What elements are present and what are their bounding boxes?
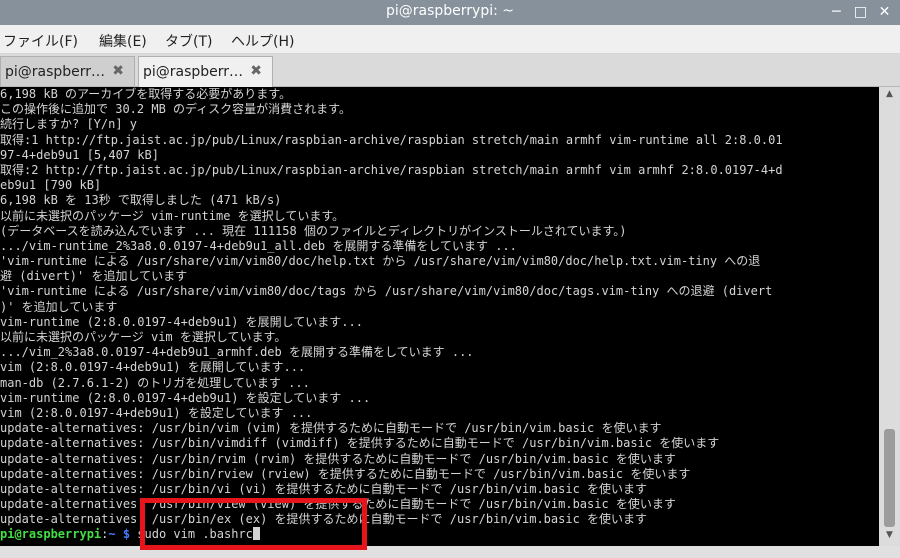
- window-bottom-frame: [0, 546, 900, 558]
- tab-terminal-2[interactable]: pi@raspberr… ✖: [138, 56, 273, 87]
- terminal-line: 97-4+deb9u1 [5,407 kB]: [0, 147, 159, 162]
- terminal-line: .../vim-runtime_2%3a8.0.0197-4+deb9u1_al…: [0, 238, 517, 253]
- tab-label: pi@raspberr…: [143, 64, 244, 80]
- scroll-down-icon[interactable]: ▼: [879, 530, 900, 544]
- terminal-line: 6,198 kB を 13秒 で取得しました (471 kB/s): [0, 193, 282, 208]
- shell-prompt-line[interactable]: pi@raspberrypi:~ $ sudo vim .bashrc: [0, 527, 879, 542]
- terminal-output[interactable]: 6,198 kB のアーカイブを取得する必要があります。 この操作後に追加で 30…: [0, 87, 879, 546]
- terminal-line: update-alternatives: /usr/bin/vimdiff (v…: [0, 436, 720, 451]
- tab-close-icon[interactable]: ✖: [250, 63, 262, 79]
- terminal-line: update-alternatives: /usr/bin/vim (vim) …: [0, 421, 662, 436]
- terminal-line: )' を追加しています: [0, 299, 118, 314]
- menu-file[interactable]: ファイル(F): [3, 31, 78, 51]
- terminal-line: vim-runtime (2:8.0.0197-4+deb9u1) を展開してい…: [0, 314, 363, 329]
- tab-bar: pi@raspberr… ✖ pi@raspberr… ✖: [0, 54, 900, 87]
- window-titlebar: pi@raspberrypi: ~ ─ □ ✕: [0, 0, 900, 25]
- vertical-scrollbar[interactable]: ▲ ▼: [879, 87, 900, 546]
- menu-bar: ファイル(F) 編集(E) タブ(T) ヘルプ(H): [0, 25, 900, 54]
- terminal-line: .../vim_2%3a8.0.0197-4+deb9u1_armhf.deb …: [0, 345, 474, 360]
- close-icon[interactable]: ✕: [874, 2, 895, 22]
- terminal-line: 以前に未選択のパッケージ vim を選択しています。: [0, 330, 287, 344]
- terminal-line: (データベースを読み込んでいます ... 現在 111158 個のファイルとディ…: [0, 223, 627, 238]
- terminal-line: man-db (2.7.6.1-2) のトリガを処理しています ...: [0, 375, 310, 390]
- terminal-line: eb9u1 [790 kB]: [0, 178, 102, 193]
- terminal-line: 'vim-runtime による /usr/share/vim/vim80/do…: [0, 284, 773, 299]
- terminal-line: vim-runtime (2:8.0.0197-4+deb9u1) を設定してい…: [0, 390, 371, 405]
- terminal-line: update-alternatives: /usr/bin/vi (vi) を提…: [0, 481, 648, 496]
- menu-tabs[interactable]: タブ(T): [165, 31, 212, 51]
- terminal-line: 以前に未選択のパッケージ vim-runtime を選択しています。: [0, 208, 345, 223]
- terminal-line: vim (2:8.0.0197-4+deb9u1) を展開しています...: [0, 360, 306, 375]
- terminal-line: update-alternatives: /usr/bin/view (view…: [0, 497, 676, 512]
- terminal-line: 'vim-runtime による /usr/share/vim/vim80/do…: [0, 254, 761, 269]
- terminal-line: update-alternatives: /usr/bin/rvim (rvim…: [0, 451, 676, 466]
- prompt-user: pi@raspberrypi: [0, 527, 102, 542]
- terminal-line: 6,198 kB のアーカイブを取得する必要があります。: [0, 87, 292, 101]
- scrollbar-thumb[interactable]: [884, 429, 895, 527]
- terminal-line: vim (2:8.0.0197-4+deb9u1) を設定しています ...: [0, 405, 313, 420]
- terminal-line: 続行しますか? [Y/n] y: [0, 117, 138, 132]
- menu-edit[interactable]: 編集(E): [99, 31, 147, 51]
- prompt-path: ~ $: [108, 527, 131, 542]
- tab-label: pi@raspberr…: [5, 64, 106, 80]
- tab-close-icon[interactable]: ✖: [112, 63, 124, 79]
- maximize-icon[interactable]: □: [850, 2, 871, 22]
- terminal-line: update-alternatives: /usr/bin/rview (rvi…: [0, 466, 691, 481]
- terminal-line: 取得:1 http://ftp.jaist.ac.jp/pub/Linux/ra…: [0, 132, 783, 147]
- terminal-lines: 6,198 kB のアーカイブを取得する必要があります。 この操作後に追加で 30…: [0, 87, 879, 543]
- terminal-line: この操作後に追加で 30.2 MB のディスク容量が消費されます。: [0, 102, 351, 117]
- menu-help[interactable]: ヘルプ(H): [231, 31, 294, 51]
- terminal-line: 取得:2 http://ftp.jaist.ac.jp/pub/Linux/ra…: [0, 162, 783, 177]
- window-title: pi@raspberrypi: ~: [385, 3, 515, 19]
- terminal-line: update-alternatives: /usr/bin/ex (ex) を提…: [0, 512, 648, 527]
- tab-terminal-1[interactable]: pi@raspberr… ✖: [0, 56, 135, 86]
- highlight-box: [140, 498, 367, 550]
- scroll-up-icon[interactable]: ▲: [879, 89, 900, 103]
- minimize-icon[interactable]: ─: [826, 2, 847, 22]
- terminal-line: 避 (divert)' を追加しています: [0, 269, 188, 284]
